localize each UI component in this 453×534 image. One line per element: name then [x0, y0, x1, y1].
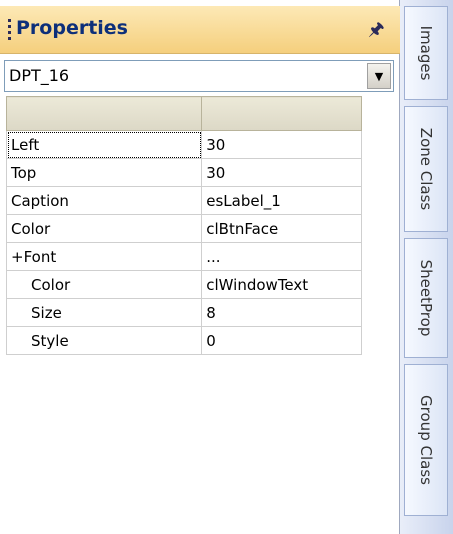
property-row[interactable]: +Font ...: [5, 242, 362, 271]
panel-header[interactable]: Properties 🖈︎: [0, 6, 400, 54]
property-name[interactable]: Left: [5, 130, 203, 159]
property-name[interactable]: Style: [5, 326, 203, 355]
panel-title: Properties: [16, 17, 128, 39]
tab-sheetprop[interactable]: SheetProp: [404, 238, 448, 358]
property-value[interactable]: clWindowText: [201, 270, 362, 299]
property-name[interactable]: +Font: [5, 242, 203, 271]
object-select[interactable]: DPT_16 ▼: [4, 60, 394, 92]
grid-header-name[interactable]: [5, 96, 203, 131]
tab-label: Group Class: [417, 395, 435, 485]
tab-label: Images: [417, 25, 435, 81]
property-value[interactable]: 0: [201, 326, 362, 355]
property-row[interactable]: Size 8: [5, 298, 362, 327]
property-row[interactable]: Color clBtnFace: [5, 214, 362, 243]
tab-label: SheetProp: [417, 259, 435, 337]
grid-header-row: [5, 96, 362, 131]
property-value[interactable]: 8: [201, 298, 362, 327]
property-name[interactable]: Size: [5, 298, 203, 327]
property-name[interactable]: Top: [5, 158, 203, 187]
properties-panel: Properties 🖈︎ DPT_16 ▼ Left 30 Top 30 Ca…: [0, 0, 400, 534]
grid-header-value[interactable]: [201, 96, 362, 131]
property-name[interactable]: Color: [5, 270, 203, 299]
tab-group-class[interactable]: Group Class: [404, 364, 448, 516]
property-value[interactable]: 30: [201, 158, 362, 187]
property-row[interactable]: Color clWindowText: [5, 270, 362, 299]
property-row[interactable]: Style 0: [5, 326, 362, 355]
property-name[interactable]: Color: [5, 214, 203, 243]
object-select-value: DPT_16: [9, 66, 70, 85]
tab-zone-class[interactable]: Zone Class: [404, 106, 448, 232]
tab-label: Zone Class: [417, 127, 435, 211]
dropdown-arrow-icon[interactable]: ▼: [367, 63, 391, 89]
property-value[interactable]: esLabel_1: [201, 186, 362, 215]
property-grid: Left 30 Top 30 Caption esLabel_1 Color c…: [5, 96, 362, 355]
drag-grip-icon[interactable]: [8, 19, 11, 41]
property-row[interactable]: Left 30: [5, 130, 362, 159]
property-row[interactable]: Top 30: [5, 158, 362, 187]
pin-icon[interactable]: 🖈︎: [368, 17, 385, 47]
property-name[interactable]: Caption: [5, 186, 203, 215]
tab-images[interactable]: Images: [404, 6, 448, 100]
property-value[interactable]: 30: [201, 130, 362, 159]
property-value[interactable]: clBtnFace: [201, 214, 362, 243]
property-row[interactable]: Caption esLabel_1: [5, 186, 362, 215]
property-value[interactable]: ...: [201, 242, 362, 271]
